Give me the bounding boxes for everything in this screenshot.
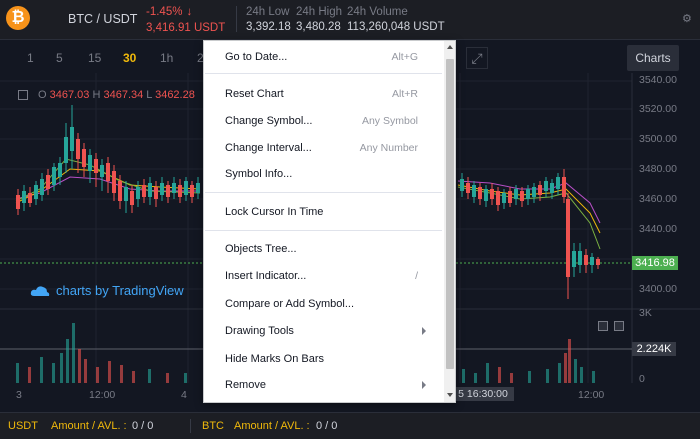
menu-item-shortcut: Alt+R (392, 88, 418, 100)
menu-item-label: Lock Cursor In Time (225, 206, 324, 218)
time-axis-label: 12:00 (89, 389, 116, 401)
chart-context-menu: Go to Date... Alt+G Reset Chart Alt+R Ch… (203, 40, 456, 403)
open-value: 3467.03 (49, 89, 90, 101)
menu-scroll-thumb[interactable] (446, 59, 454, 369)
price-change: -1.45% ↓ (146, 6, 192, 18)
price-axis-label: 3520.00 (639, 103, 677, 115)
pane-minimize-icon[interactable] (598, 321, 608, 331)
down-arrow-icon: ↓ (186, 6, 193, 18)
menu-item-label: Drawing Tools (225, 325, 294, 337)
menu-item-label: Remove (225, 379, 266, 391)
menu-item-remove[interactable]: Remove (204, 373, 444, 397)
right-amount-label: Amount / AVL. : (234, 420, 310, 432)
menu-item-label: Change Interval... (225, 142, 312, 154)
time-axis-label: 3 (16, 389, 22, 401)
menu-item-label: Reset Chart (225, 88, 284, 100)
interval-15[interactable]: 15 (88, 51, 101, 65)
time-axis-label: 12:00 (578, 389, 605, 401)
open-label: O (38, 89, 47, 101)
menu-item-label: Compare or Add Symbol... (225, 298, 355, 310)
menu-item-label: Go to Date... (225, 51, 288, 63)
trading-pair[interactable]: BTC / USDT (68, 12, 137, 26)
fullscreen-icon[interactable]: ⤢ (466, 47, 488, 69)
low-24h-value: 3,392.18 (246, 21, 291, 33)
interval-1[interactable]: 1 (27, 51, 34, 65)
balance-footer: USDT Amount / AVL. : 0 / 0 BTC Amount / … (0, 412, 700, 439)
price-change-value: -1.45% (146, 6, 183, 18)
current-price-tag: 3416.98 (632, 256, 678, 270)
price-axis-label: 3460.00 (639, 193, 677, 205)
ticker-bar: ₿ BTC / USDT -1.45% ↓ 3,416.91 USDT 24h L… (0, 0, 700, 40)
submenu-arrow-icon (422, 327, 426, 335)
divider (190, 419, 191, 433)
high-24h-label: 24h High (296, 6, 343, 18)
menu-separator (205, 73, 442, 74)
menu-item-label: Insert Indicator... (225, 270, 307, 282)
menu-item-compare-symbol[interactable]: Compare or Add Symbol... (204, 292, 444, 316)
right-asset: BTC (202, 420, 224, 432)
cloud-icon (30, 286, 50, 296)
volume-24h-value: 113,260,048 USDT (347, 21, 445, 33)
menu-item-drawing-tools[interactable]: Drawing Tools (204, 319, 444, 343)
bitcoin-logo-icon: ₿ (6, 6, 30, 30)
menu-item-shortcut: Any Symbol (361, 115, 418, 127)
menu-separator (205, 192, 442, 193)
left-asset: USDT (8, 420, 38, 432)
menu-item-shortcut: / (415, 270, 418, 282)
last-price: 3,416.91 USDT (146, 22, 226, 34)
interval-5[interactable]: 5 (56, 51, 63, 65)
menu-item-change-interval[interactable]: Change Interval... Any Number (204, 136, 444, 160)
menu-item-shortcut: Alt+G (391, 51, 418, 63)
crosshair-time-label: 5 16:30:00 (452, 387, 514, 401)
menu-item-label: Objects Tree... (225, 243, 297, 255)
collapse-legend-icon[interactable] (18, 90, 28, 100)
tradingview-watermark[interactable]: charts by TradingView (56, 283, 184, 298)
ohlc-legend: O 3467.03 H 3467.34 L 3462.28 (38, 89, 195, 101)
price-axis-label: 3440.00 (639, 223, 677, 235)
price-axis-label: 3540.00 (639, 74, 677, 86)
menu-item-label: Symbol Info... (225, 168, 293, 180)
high-value: 3467.34 (103, 89, 144, 101)
volume-value-tag: 2.224K (632, 342, 676, 356)
low-24h-label: 24h Low (246, 6, 290, 18)
trading-chart-screen: ₿ BTC / USDT -1.45% ↓ 3,416.91 USDT 24h L… (0, 0, 700, 439)
submenu-arrow-icon (422, 381, 426, 389)
price-axis-label: 3500.00 (639, 133, 677, 145)
time-axis-label: 4 (181, 389, 187, 401)
low-label: L (146, 89, 153, 101)
menu-separator (205, 230, 442, 231)
volume-axis-label: 0 (639, 373, 645, 385)
high-24h-value: 3,480.28 (296, 21, 341, 33)
menu-item-shortcut: Any Number (359, 142, 418, 154)
menu-item-lock-cursor[interactable]: Lock Cursor In Time (204, 200, 444, 224)
left-amount-value: 0 / 0 (132, 420, 154, 432)
right-amount-value: 0 / 0 (316, 420, 338, 432)
menu-item-hide-marks[interactable]: Hide Marks On Bars (204, 347, 444, 371)
pane-maximize-icon[interactable] (614, 321, 624, 331)
volume-24h-label: 24h Volume (347, 6, 408, 18)
menu-item-symbol-info[interactable]: Symbol Info... (204, 162, 444, 186)
price-axis-label: 3480.00 (639, 163, 677, 175)
left-amount-label: Amount / AVL. : (51, 420, 127, 432)
interval-1h[interactable]: 1h (160, 51, 173, 65)
charts-button[interactable]: Charts (627, 45, 679, 71)
divider (236, 6, 237, 32)
menu-item-label: Hide Marks On Bars (225, 353, 325, 365)
gear-icon[interactable]: ⚙ (682, 12, 692, 25)
volume-axis-label: 3K (639, 307, 652, 319)
menu-item-go-to-date[interactable]: Go to Date... Alt+G (204, 45, 444, 69)
scroll-down-icon[interactable] (447, 393, 453, 397)
interval-30[interactable]: 30 (123, 51, 136, 65)
menu-item-objects-tree[interactable]: Objects Tree... (204, 237, 444, 261)
scroll-up-icon[interactable] (447, 45, 453, 49)
low-value: 3462.28 (155, 89, 195, 101)
menu-item-insert-indicator[interactable]: Insert Indicator... / (204, 264, 444, 288)
menu-item-label: Change Symbol... (225, 115, 313, 127)
menu-item-reset-chart[interactable]: Reset Chart Alt+R (204, 82, 444, 106)
price-axis-label: 3400.00 (639, 283, 677, 295)
menu-item-change-symbol[interactable]: Change Symbol... Any Symbol (204, 109, 444, 133)
high-label: H (92, 89, 101, 101)
